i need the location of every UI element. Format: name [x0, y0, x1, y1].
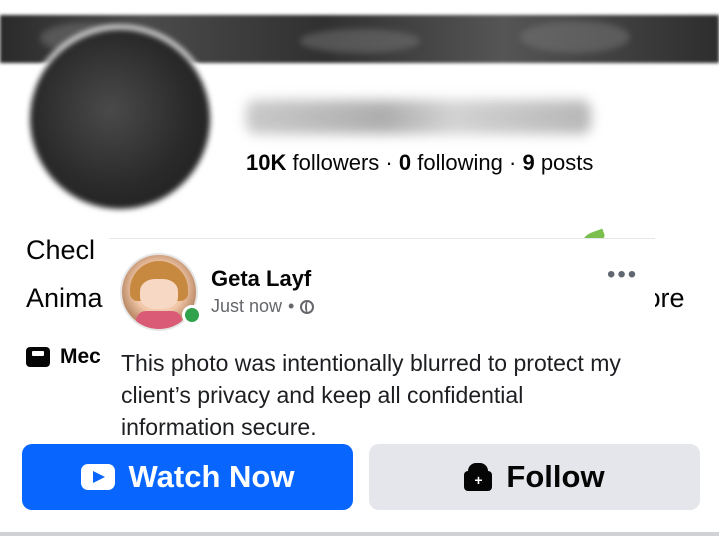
cover-blot	[520, 21, 630, 53]
bio-line-2: Anima	[26, 283, 103, 313]
media-row[interactable]: Mec	[26, 345, 101, 369]
stats-separator: ·	[508, 150, 517, 175]
online-status-icon	[182, 305, 202, 325]
post-time[interactable]: Just now	[211, 296, 282, 317]
top-margin	[0, 0, 719, 15]
more-options-button[interactable]: •••	[607, 261, 638, 289]
stats-separator: ·	[385, 150, 393, 175]
play-icon	[80, 464, 115, 490]
avatar-face	[140, 279, 178, 309]
globe-icon[interactable]	[300, 299, 315, 314]
following-label[interactable]: following	[417, 150, 503, 175]
following-count[interactable]: 0	[399, 150, 411, 175]
follow-button[interactable]: + Follow	[369, 444, 700, 510]
follow-icon: +	[464, 463, 493, 491]
avatar-shirt	[136, 311, 182, 329]
followers-label[interactable]: followers	[292, 150, 379, 175]
media-icon	[26, 347, 50, 367]
post-meta: Just now •	[211, 296, 315, 317]
posts-count: 9	[522, 150, 535, 175]
posts-label: posts	[540, 150, 594, 175]
divider	[0, 532, 719, 536]
followers-count[interactable]: 10K	[246, 150, 286, 175]
follow-icon-plus: +	[474, 472, 483, 488]
cover-blot	[300, 29, 420, 53]
post-card: Geta Layf Just now • ••• This photo was …	[109, 238, 655, 444]
watch-now-label: Watch Now	[128, 459, 295, 494]
profile-name-blurred	[246, 100, 591, 134]
meta-separator: •	[288, 296, 295, 316]
watch-now-button[interactable]: Watch Now	[22, 444, 353, 510]
post-author-name[interactable]: Geta Layf	[211, 266, 311, 292]
profile-avatar[interactable]	[26, 25, 214, 213]
post-text: This photo was intentionally blurred to …	[121, 350, 621, 440]
follow-label: Follow	[506, 459, 605, 494]
profile-stats: 10K followers · 0 following · 9 posts	[246, 150, 593, 176]
bio-line-1: Checl	[26, 235, 96, 265]
media-label: Mec	[60, 345, 101, 368]
